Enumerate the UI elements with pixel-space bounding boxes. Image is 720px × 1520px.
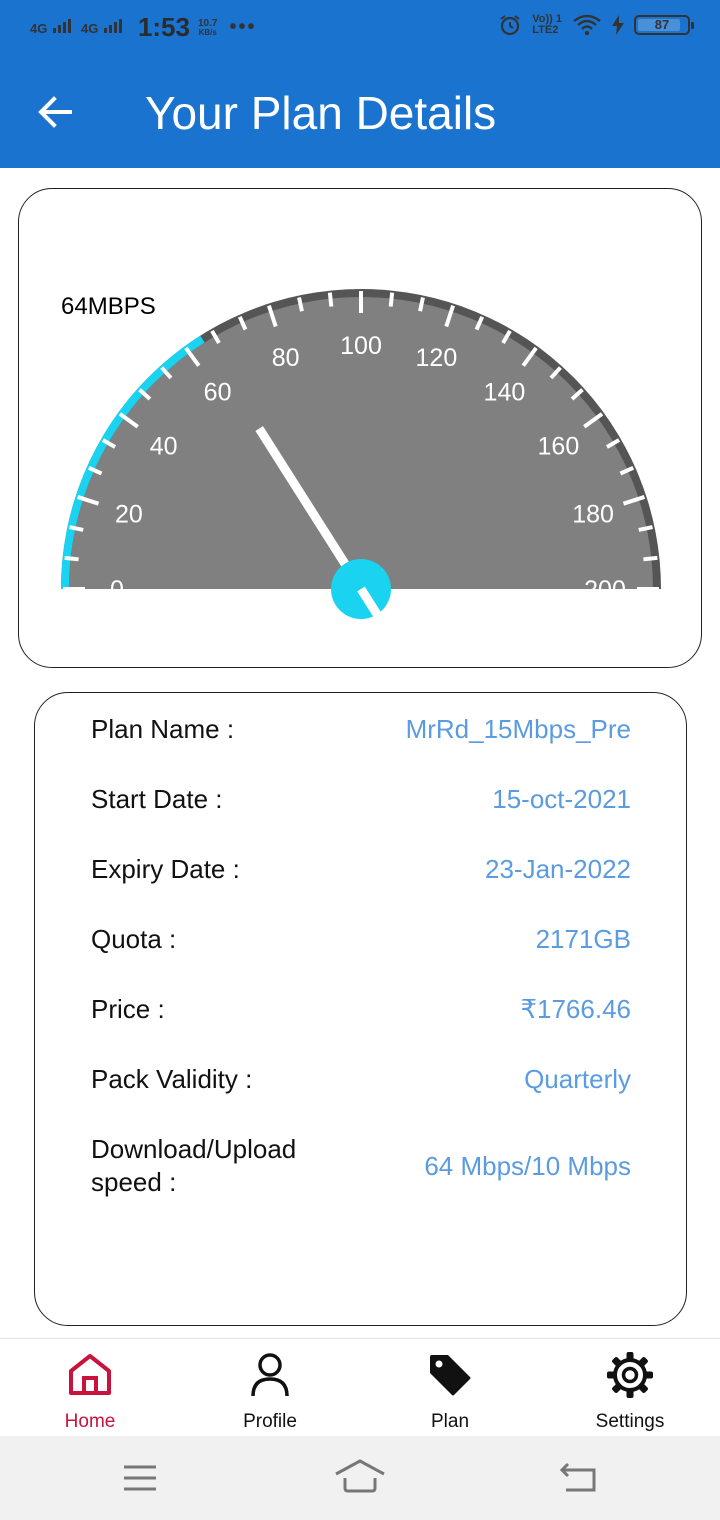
expiry-date-label: Expiry Date : xyxy=(91,854,240,884)
start-date-row: Start Date : 15-oct-2021 xyxy=(91,783,631,816)
gauge-minor-tick xyxy=(418,297,425,312)
app-bar: Your Plan Details xyxy=(0,56,720,168)
quota-label: Quota : xyxy=(91,924,177,954)
gauge-tick-label: 200 xyxy=(584,576,626,604)
gauge-tick-label: 160 xyxy=(538,433,580,461)
gauge-minor-tick xyxy=(69,525,84,532)
volte-indicator: Vo)) 1 LTE2 xyxy=(532,14,562,36)
nav-plan-label: Plan xyxy=(430,1411,470,1432)
back-system-icon[interactable] xyxy=(558,1462,600,1494)
signal-icon xyxy=(52,19,71,33)
status-left: 4G 4G 1:53 10.7 KB/s ••• xyxy=(30,12,256,43)
gauge-minor-tick xyxy=(388,292,395,307)
back-arrow-icon xyxy=(38,96,72,128)
signal-icon xyxy=(103,19,122,33)
more-notifications-icon: ••• xyxy=(229,16,257,38)
pack-validity-label: Pack Validity : xyxy=(91,1064,253,1094)
nav-profile-label: Profile xyxy=(243,1411,297,1432)
gauge-tick-label: 60 xyxy=(204,379,232,407)
price-label: Price : xyxy=(91,994,165,1024)
gauge-tick-label: 140 xyxy=(484,379,526,407)
nav-home[interactable]: Home xyxy=(0,1339,180,1437)
plan-name-label: Plan Name : xyxy=(91,714,235,744)
expiry-date-value: 23-Jan-2022 xyxy=(485,854,631,884)
nav-settings-label: Settings xyxy=(595,1411,665,1432)
gauge-tick-label: 120 xyxy=(416,344,458,372)
expiry-date-row: Expiry Date : 23-Jan-2022 xyxy=(91,853,631,886)
network-speed: 10.7 KB/s xyxy=(198,18,217,37)
start-date-value: 15-oct-2021 xyxy=(492,784,631,814)
menu-icon[interactable] xyxy=(122,1464,158,1492)
status-right: Vo)) 1 LTE2 87 xyxy=(498,13,694,37)
network-speed-unit: KB/s xyxy=(198,27,217,37)
gauge-tick-label: 180 xyxy=(572,501,614,529)
system-navigation-bar xyxy=(0,1436,720,1520)
speed-row-label: Download/Upload speed : xyxy=(91,1134,297,1197)
back-button[interactable] xyxy=(30,86,82,138)
network-type-1: 4G xyxy=(30,21,48,36)
battery-icon: 87 xyxy=(634,15,694,35)
speedometer: 0 20 40 60 80 100 120 140 160 180 200 xyxy=(61,289,661,619)
gauge-minor-tick xyxy=(638,525,653,532)
home-icon xyxy=(69,1354,111,1395)
start-date-label: Start Date : xyxy=(91,784,223,814)
nav-profile[interactable]: Profile xyxy=(180,1339,360,1437)
price-value: ₹1766.46 xyxy=(520,994,631,1024)
gauge-minor-tick xyxy=(643,555,658,562)
network-indicator-2: 4G xyxy=(81,19,126,36)
nav-plan[interactable]: Plan xyxy=(360,1339,540,1437)
gauge-minor-tick xyxy=(297,297,304,312)
volte-bottom: LTE2 xyxy=(532,24,559,36)
speed-gauge-card: 64MBPS 0 20 40 60 80 100 120 140 160 180 200 xyxy=(18,188,702,668)
plan-name-value: MrRd_15Mbps_Pre xyxy=(405,714,631,744)
gauge-tick-label: 20 xyxy=(115,501,143,529)
gauge-tick-label: 0 xyxy=(110,576,124,604)
nav-home-label: Home xyxy=(64,1411,116,1432)
network-type-2: 4G xyxy=(80,21,99,36)
gauge-tick-label: 40 xyxy=(150,433,178,461)
pack-validity-row: Pack Validity : Quarterly xyxy=(91,1063,631,1096)
profile-icon xyxy=(251,1353,289,1397)
quota-value: 2171GB xyxy=(535,924,631,954)
charging-icon xyxy=(612,15,624,35)
nav-settings[interactable]: Settings xyxy=(540,1339,720,1437)
gauge-minor-tick xyxy=(64,555,79,562)
clock: 1:53 xyxy=(137,12,190,42)
quota-row: Quota : 2171GB xyxy=(91,923,631,956)
gauge-minor-tick xyxy=(327,292,334,307)
gauge-tick-label: 80 xyxy=(272,344,300,372)
speed-row: Download/Upload speed : 64 Mbps/10 Mbps xyxy=(91,1133,631,1199)
page-title: Your Plan Details xyxy=(145,87,497,139)
battery-percent: 87 xyxy=(654,17,670,32)
home-system-icon[interactable] xyxy=(334,1458,386,1494)
alarm-icon xyxy=(500,15,520,36)
status-bar: 4G 4G 1:53 10.7 KB/s ••• Vo)) 1 LTE2 87 xyxy=(0,0,720,56)
price-row: Price : ₹1766.46 xyxy=(91,993,631,1026)
bottom-navigation: Home Profile Plan Settings xyxy=(0,1338,720,1436)
speed-row-value: 64 Mbps/10 Mbps xyxy=(424,1150,631,1181)
pack-validity-value: Quarterly xyxy=(524,1064,631,1094)
gauge-tick-label: 100 xyxy=(340,332,382,360)
wifi-icon xyxy=(573,14,601,36)
tag-icon xyxy=(430,1355,471,1396)
gear-icon xyxy=(607,1352,653,1398)
plan-name-row: Plan Name : MrRd_15Mbps_Pre xyxy=(91,713,631,746)
plan-details-card: Plan Name : MrRd_15Mbps_Pre Start Date :… xyxy=(34,692,687,1326)
network-indicator-1: 4G xyxy=(30,19,75,36)
